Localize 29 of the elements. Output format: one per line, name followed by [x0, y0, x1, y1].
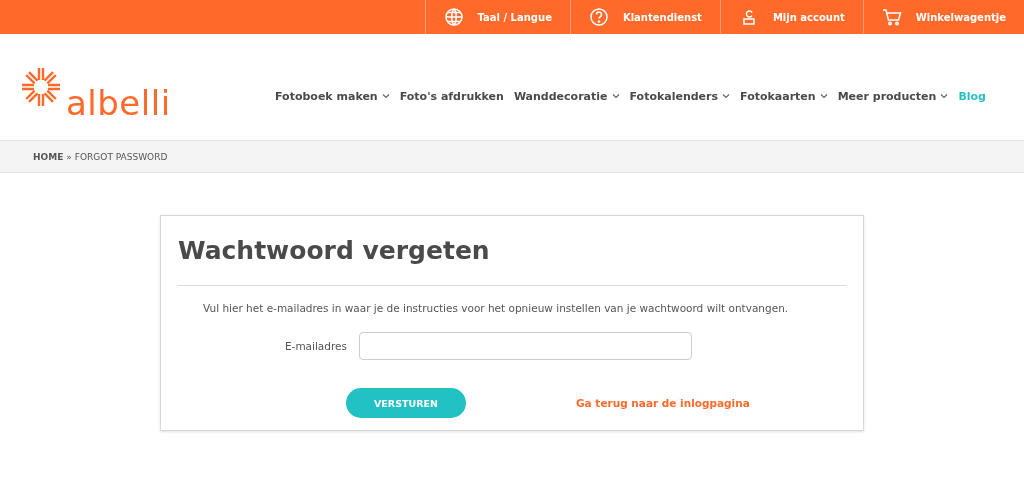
nav-item[interactable]: Blog: [958, 89, 986, 103]
nav-item[interactable]: Wanddecoratie: [513, 89, 620, 103]
instructions-text: Vul hier het e-mailadres in waar je de instructies voor het opnieuw instellen van je wachtwoord wilt ontvangen.: [203, 302, 790, 314]
email-field[interactable]: [359, 332, 692, 360]
top-bar-link[interactable]: Taal / Langue: [424, 0, 570, 34]
chevron-down-icon: [819, 93, 828, 99]
globe-icon: [443, 7, 464, 27]
chevron-down-icon: [611, 93, 620, 99]
breadcrumb-link[interactable]: HOME: [33, 151, 64, 162]
cart-icon: [881, 7, 902, 27]
chevron-down-icon: [722, 93, 731, 99]
logo[interactable]: albelli: [66, 86, 171, 120]
nav-item[interactable]: Meer producten: [837, 89, 949, 103]
nav-item[interactable]: Fotoboek maken: [275, 89, 390, 103]
top-bar-link[interactable]: Mijn account: [719, 0, 863, 34]
email-label: E-mailadres: [283, 340, 347, 352]
help-icon: [588, 7, 609, 27]
breadcrumb-current: FORGOT PASSWORD: [74, 151, 168, 162]
chevron-down-icon: [381, 93, 390, 99]
submit-button[interactable]: VERSTUREN: [346, 388, 466, 418]
top-bar-link[interactable]: Klantendienst: [569, 0, 720, 34]
nav-item[interactable]: Fotokaarten: [740, 89, 828, 103]
nav-item[interactable]: Fotokalenders: [629, 89, 731, 103]
chevron-down-icon: [940, 93, 949, 99]
top-bar-link[interactable]: Winkelwagentje: [862, 0, 1024, 34]
breadcrumb-separator: »: [66, 151, 72, 162]
page-title: Wachtwoord vergeten: [178, 236, 491, 265]
nav-item[interactable]: Foto's afdrukken: [399, 89, 504, 103]
back-to-login-link[interactable]: Ga terug naar de inlogpagina: [576, 397, 750, 409]
